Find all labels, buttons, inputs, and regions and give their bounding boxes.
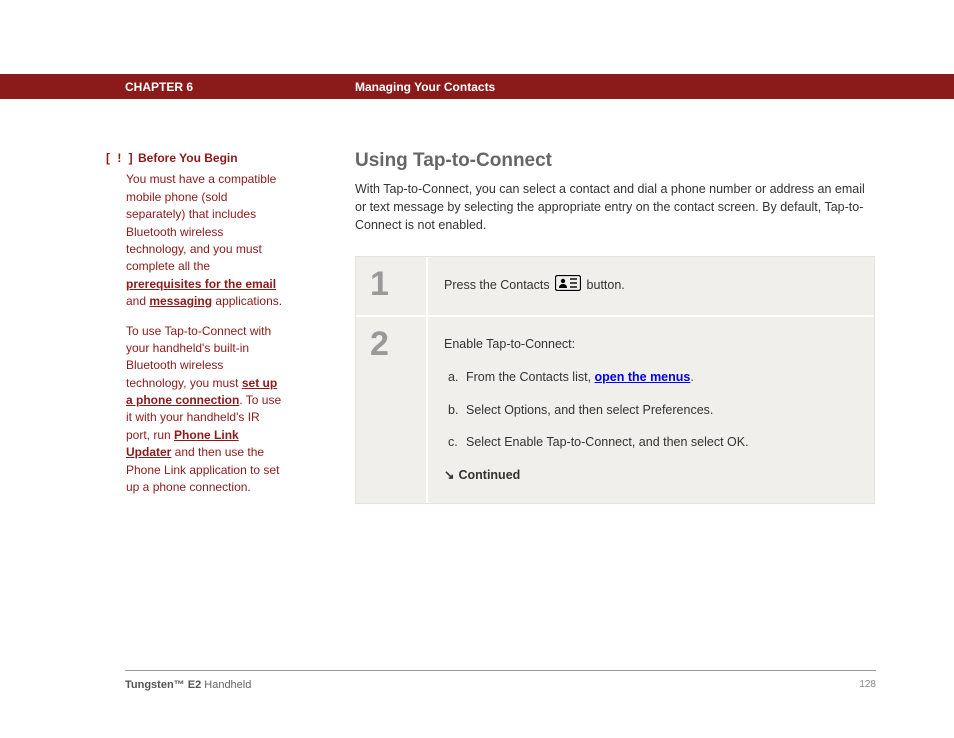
product-label: Tungsten™ E2 Handheld — [125, 679, 251, 691]
footer: Tungsten™ E2 Handheld 128 — [125, 670, 876, 691]
sidebar-para-2: To use Tap-to-Connect with your handheld… — [126, 323, 286, 497]
messaging-link[interactable]: messaging — [149, 294, 212, 308]
step-2-lead: Enable Tap-to-Connect: — [444, 335, 852, 354]
step-1-body: Press the Contacts button. — [428, 257, 874, 315]
step-number: 2 — [356, 317, 428, 503]
chapter-label: CHAPTER 6 — [125, 80, 193, 94]
steps-table: 1 Press the Contacts button. 2 Enable Ta… — [355, 256, 875, 504]
page-number: 128 — [859, 679, 876, 691]
open-the-menus-link[interactable]: open the menus — [595, 370, 691, 384]
step-row-2: 2 Enable Tap-to-Connect: a.From the Cont… — [356, 317, 874, 503]
substep-c: c.Select Enable Tap-to-Connect, and then… — [448, 433, 852, 452]
substeps: a.From the Contacts list, open the menus… — [448, 368, 852, 452]
heading-text: Before You Begin — [138, 151, 238, 165]
step-number: 1 — [356, 257, 428, 315]
section-title: Using Tap-to-Connect — [355, 150, 875, 172]
main-content: Using Tap-to-Connect With Tap-to-Connect… — [355, 150, 875, 504]
header-bar: CHAPTER 6 Managing Your Contacts — [0, 74, 954, 99]
substep-b: b.Select Options, and then select Prefer… — [448, 401, 852, 420]
step-2-body: Enable Tap-to-Connect: a.From the Contac… — [428, 317, 874, 503]
intro-paragraph: With Tap-to-Connect, you can select a co… — [355, 180, 875, 234]
sidebar-para-1: You must have a compatible mobile phone … — [126, 171, 286, 310]
step-row-1: 1 Press the Contacts button. — [356, 257, 874, 317]
chapter-title: Managing Your Contacts — [355, 80, 495, 94]
sidebar: [ ! ] Before You Begin You must have a c… — [106, 150, 286, 508]
substep-a: a.From the Contacts list, open the menus… — [448, 368, 852, 387]
contacts-icon — [555, 275, 581, 297]
continued-label: ↘Continued — [444, 466, 852, 485]
prerequisites-email-link[interactable]: prerequisites for the email — [126, 277, 276, 291]
alert-icon: [ ! ] — [106, 151, 135, 165]
continued-arrow-icon: ↘ — [444, 466, 454, 485]
before-you-begin-heading: [ ! ] Before You Begin — [106, 150, 286, 167]
